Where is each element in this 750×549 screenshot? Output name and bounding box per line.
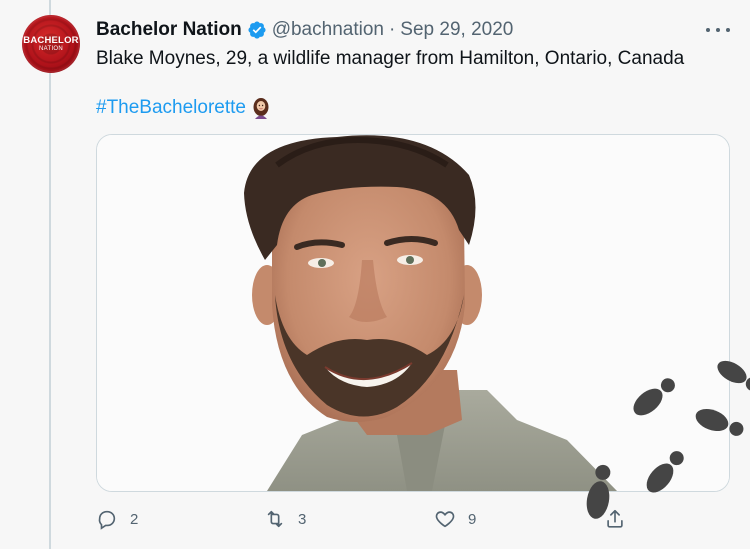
heart-icon: [435, 511, 455, 528]
display-name[interactable]: Bachelor Nation: [96, 18, 242, 42]
woman-emoji-icon: [252, 97, 270, 119]
reply-icon: [98, 510, 116, 530]
more-options-icon[interactable]: [706, 20, 730, 40]
like-button[interactable]: 9: [434, 505, 476, 533]
tweet-date[interactable]: Sep 29, 2020: [400, 18, 513, 42]
hashtag-line: #TheBachelorette: [96, 96, 270, 120]
avatar-brand-bottom: NATION: [38, 45, 64, 52]
more-dot: [726, 28, 730, 32]
retweet-icon: [267, 510, 283, 528]
avatar-brand-top: BACHELOR: [23, 34, 79, 46]
tweet-actions-bar: 2 3 9: [96, 505, 656, 533]
retweet-button[interactable]: 3: [264, 505, 306, 533]
verified-badge-icon: [247, 20, 267, 40]
reply-count: 2: [130, 510, 139, 528]
tweet-thread-view: BACHELOR NATION Bachelor Nation @bachnat…: [0, 0, 750, 549]
avatar[interactable]: BACHELOR NATION: [22, 15, 80, 73]
more-dot: [706, 28, 710, 32]
tweet-text: Blake Moynes, 29, a wildlife manager fro…: [96, 48, 685, 69]
tweet-header: Bachelor Nation @bachnation · Sep 29, 20…: [96, 18, 513, 42]
handle[interactable]: @bachnation: [272, 18, 384, 42]
like-count: 9: [468, 510, 477, 528]
hashtag-link[interactable]: #TheBachelorette: [96, 96, 246, 120]
share-icon: [607, 509, 623, 528]
header-separator: ·: [388, 19, 396, 40]
photo-of-man-icon: [97, 135, 729, 491]
tweet-media-photo[interactable]: [96, 134, 730, 492]
share-button[interactable]: [604, 505, 626, 533]
reply-button[interactable]: 2: [96, 505, 138, 533]
retweet-count: 3: [298, 510, 307, 528]
thread-line: [49, 0, 51, 549]
more-dot: [716, 28, 720, 32]
